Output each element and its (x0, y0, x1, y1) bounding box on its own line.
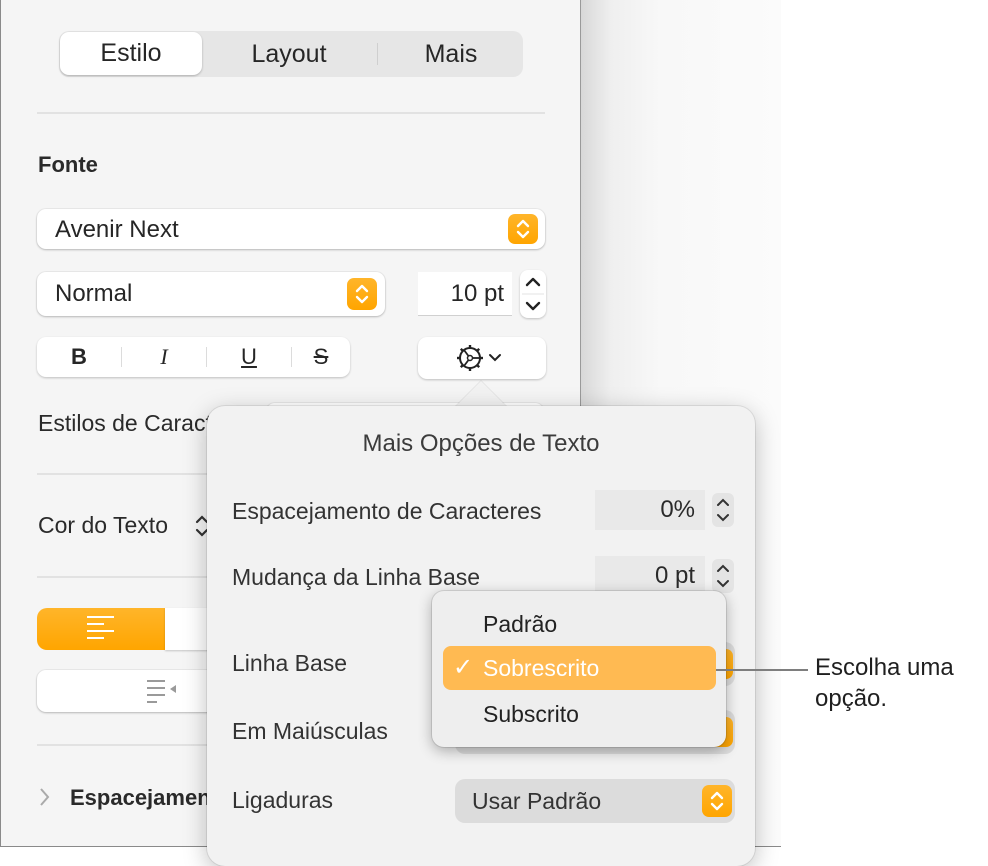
bold-button[interactable]: B (37, 337, 121, 377)
ligatures-label: Ligaduras (232, 787, 334, 813)
decrease-indent-icon (147, 680, 176, 703)
font-family-value: Avenir Next (55, 216, 179, 243)
strikethrough-button[interactable]: S (292, 337, 350, 377)
baseline-shift-field[interactable]: 0 pt (595, 556, 705, 596)
menu-item-label: Subscrito (483, 701, 579, 727)
callout-line (716, 669, 808, 671)
text-style-buttons: B I U S (37, 337, 350, 377)
font-heading: Fonte (38, 152, 98, 177)
font-size-stepper[interactable] (520, 270, 546, 318)
menu-item-label: Padrão (483, 611, 558, 637)
stepper-arrows-icon (717, 564, 729, 588)
callout-line-2: opção. (815, 685, 888, 712)
underline-button[interactable]: U (207, 337, 291, 377)
character-spacing-field[interactable]: 0% (595, 490, 705, 530)
menu-item-label: Sobrescrito (483, 655, 600, 681)
baseline-label: Linha Base (232, 650, 348, 676)
menu-item-default[interactable]: Padrão (432, 602, 726, 646)
character-spacing-label: Espacejamento de Caracteres (232, 498, 542, 524)
baseline-shift-label: Mudança da Linha Base (232, 564, 481, 590)
character-spacing-stepper[interactable] (712, 493, 734, 527)
up-down-arrows-icon (702, 785, 732, 817)
gear-icon (457, 345, 501, 371)
divider (37, 112, 545, 114)
chevron-right-icon[interactable] (37, 786, 51, 808)
align-left-icon (87, 616, 114, 639)
menu-item-subscript[interactable]: Subscrito (432, 692, 726, 736)
typeface-popup[interactable]: Normal (37, 272, 385, 316)
format-tabs: Estilo Layout Mais (59, 31, 523, 77)
callout-line-1: Escolha uma (815, 654, 954, 681)
popover-title: Mais Opções de Texto (362, 430, 600, 457)
up-down-arrows-icon (508, 214, 538, 244)
capitalization-label: Em Maiúsculas (232, 718, 388, 744)
typeface-value: Normal (55, 280, 133, 307)
menu-item-superscript[interactable]: ✓ Sobrescrito (443, 646, 716, 690)
italic-button[interactable]: I (122, 337, 206, 377)
stepper-arrows-icon (717, 498, 729, 522)
baseline-menu: Padrão ✓ Sobrescrito Subscrito (432, 591, 726, 747)
font-family-popup[interactable]: Avenir Next (37, 209, 545, 249)
text-color-label: Cor do Texto (38, 512, 168, 538)
tab-style[interactable]: Estilo (60, 32, 202, 75)
checkmark-icon: ✓ (453, 654, 474, 681)
tab-divider (377, 43, 378, 65)
ligatures-value: Usar Padrão (472, 788, 602, 814)
baseline-shift-stepper[interactable] (712, 559, 734, 593)
advanced-options-button[interactable] (418, 337, 546, 379)
popover-arrow (455, 381, 507, 407)
tab-more[interactable]: Mais (379, 31, 523, 77)
align-left-button[interactable] (37, 608, 165, 650)
ligatures-popup[interactable]: Usar Padrão (455, 779, 735, 823)
tab-layout[interactable]: Layout (209, 31, 369, 77)
callout-text: Escolha uma opção. (815, 652, 954, 714)
font-size-field[interactable]: 10 pt (418, 272, 512, 316)
up-down-arrows-icon (347, 278, 377, 310)
stepper-arrows-icon (522, 277, 544, 311)
